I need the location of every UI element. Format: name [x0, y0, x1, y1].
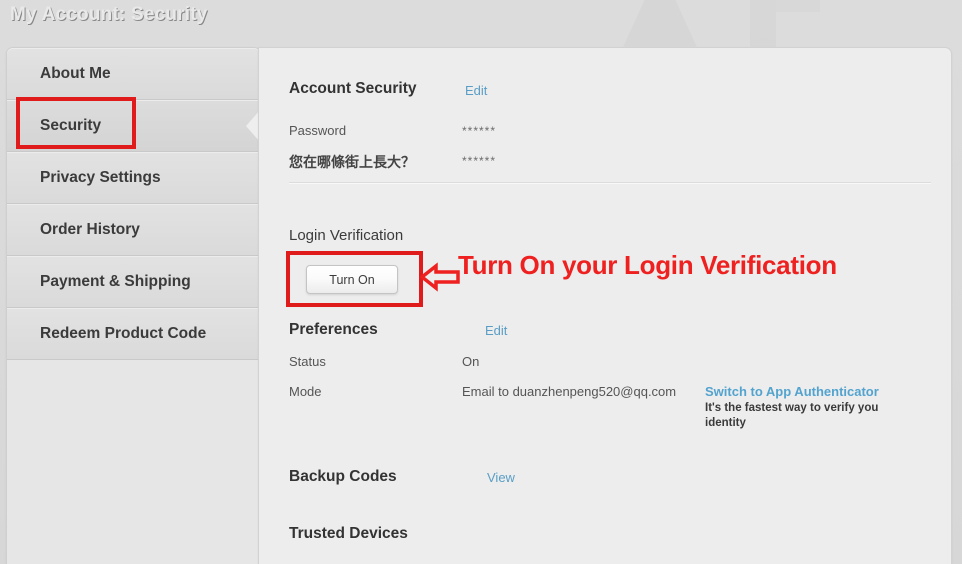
sidebar-item-payment-shipping[interactable]: Payment & Shipping	[7, 256, 260, 308]
security-question-label: 您在哪條街上長大？	[289, 154, 415, 170]
sidebar-item-label: About Me	[40, 65, 111, 82]
preferences-edit-link[interactable]: Edit	[485, 323, 507, 338]
backup-codes-view-link[interactable]: View	[487, 470, 515, 485]
sidebar-item-label: Payment & Shipping	[40, 273, 191, 290]
sidebar-item-order-history[interactable]: Order History	[7, 204, 260, 256]
sidebar-item-label: Security	[40, 117, 102, 134]
trusted-devices-heading: Trusted Devices	[289, 525, 408, 542]
sidebar-item-label: Privacy Settings	[40, 169, 161, 186]
sidebar-item-label: Order History	[40, 221, 140, 238]
sidebar-item-security[interactable]: Security	[7, 100, 261, 152]
sidebar-item-redeem-product-code[interactable]: Redeem Product Code	[7, 308, 260, 360]
mode-label: Mode	[289, 384, 322, 399]
page-root: My Account: Security About Me Security P…	[0, 0, 962, 564]
account-security-edit-link[interactable]: Edit	[465, 83, 487, 98]
sidebar-item-privacy-settings[interactable]: Privacy Settings	[7, 152, 260, 204]
status-label: Status	[289, 354, 326, 369]
turn-on-button[interactable]: Turn On	[306, 265, 398, 294]
account-security-heading: Account Security	[289, 80, 417, 97]
password-label: Password	[289, 123, 347, 138]
sidebar-item-label: Redeem Product Code	[40, 325, 207, 342]
password-masked-value: ******	[462, 124, 497, 138]
section-divider	[289, 182, 931, 184]
switch-authenticator-note: It's the fastest way to verify you ident…	[705, 402, 879, 429]
security-question-masked-value: ******	[462, 154, 497, 168]
mode-value: Email to duanzhenpeng520@qq.com	[462, 384, 677, 399]
switch-to-app-authenticator-link[interactable]: Switch to App Authenticator	[705, 384, 879, 399]
sidebar-empty-space	[7, 360, 260, 564]
sidebar-item-about-me[interactable]: About Me	[7, 48, 260, 100]
page-title: My Account: Security	[10, 4, 208, 25]
backup-codes-heading: Backup Codes	[289, 468, 397, 485]
preferences-heading: Preferences	[289, 321, 378, 338]
status-value: On	[462, 354, 480, 369]
login-verification-heading: Login Verification	[289, 227, 404, 244]
sidebar-nav: About Me Security Privacy Settings Order…	[6, 47, 261, 564]
content-panel: Account Security Edit Password ****** 您在…	[258, 47, 952, 564]
